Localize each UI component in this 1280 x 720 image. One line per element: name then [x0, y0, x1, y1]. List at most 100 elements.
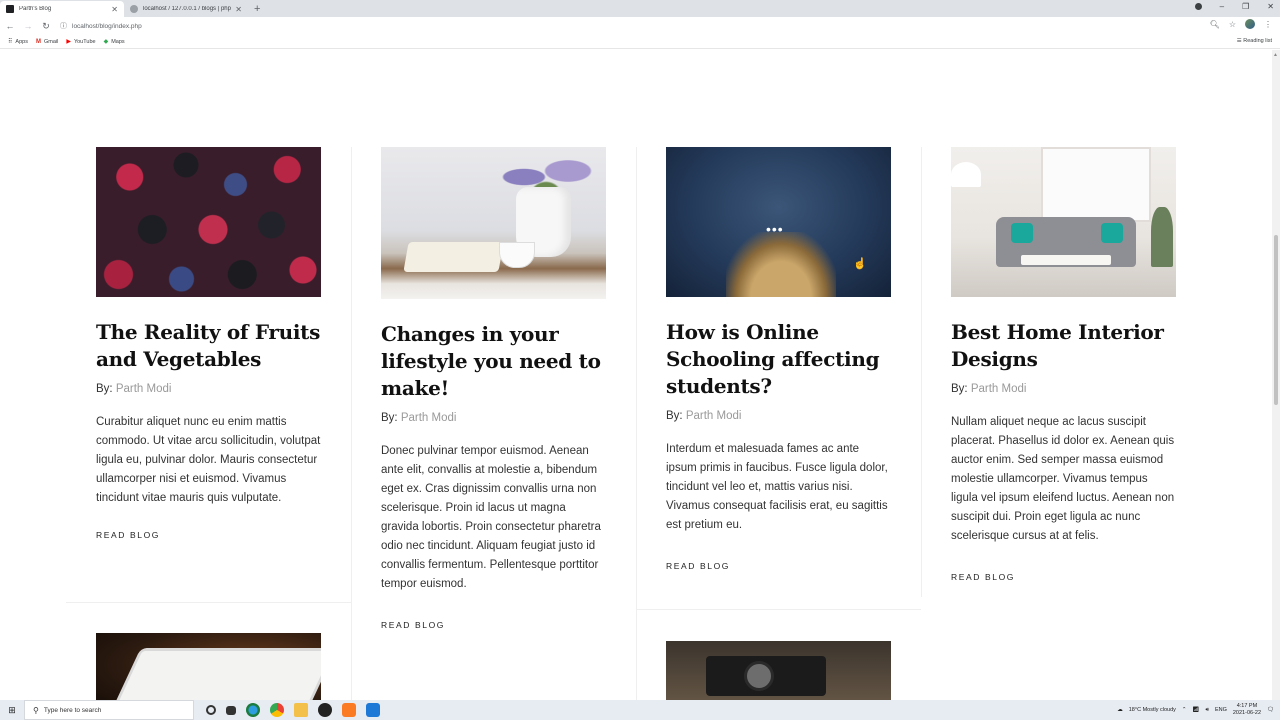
tab-title: localhost / 127.0.0.1 / blogs | php	[143, 6, 231, 12]
tab-close-icon[interactable]: ✕	[111, 5, 118, 14]
post-title[interactable]: The Reality of Fruits and Vegetables	[96, 319, 321, 373]
post-excerpt: Curabitur aliquet nunc eu enim mattis co…	[96, 416, 321, 504]
forward-arrow-icon[interactable]: →	[20, 21, 36, 31]
weather-text[interactable]: 18°C Mostly cloudy	[1129, 707, 1176, 713]
window-controls: – ❐ ✕	[1194, 2, 1274, 11]
browser-toolbar: ← → ↻ ⓘ localhost/blog/index.php 🔍︎ ☆ ⋮	[0, 17, 1280, 35]
open-book-shape	[403, 242, 504, 272]
author-name: Parth Modi	[970, 383, 1027, 395]
lamp-shape	[951, 162, 981, 187]
tray-chevron-icon[interactable]: ⌃	[1182, 707, 1187, 713]
task-view-icon[interactable]	[226, 705, 236, 715]
xampp-icon[interactable]	[342, 703, 356, 717]
bookmark-youtube[interactable]: ▶ YouTube	[66, 38, 96, 46]
clock[interactable]: 4:17 PM 2021-06-22	[1233, 703, 1261, 717]
post-author: By: Parth Modi	[381, 412, 606, 424]
edge-icon[interactable]	[246, 703, 260, 717]
bookmarks-bar: ⠿ Apps M Gmail ▶ YouTube ◆ Maps ☰ Readin…	[0, 35, 1280, 49]
zoom-icon[interactable]: 🔍︎	[1210, 20, 1220, 29]
taskbar-search-box[interactable]: ⚲ Type here to search	[24, 700, 194, 720]
bookmark-star-icon[interactable]: ☆	[1229, 20, 1236, 29]
tab-phpmyadmin[interactable]: localhost / 127.0.0.1 / blogs | php ✕	[124, 1, 248, 17]
bookmark-label: Maps	[111, 38, 125, 45]
wifi-icon[interactable]: 📶︎	[1193, 707, 1200, 713]
phpmyadmin-favicon-icon	[130, 5, 138, 13]
scroll-up-icon[interactable]: ▲	[1273, 52, 1278, 58]
blog-post-grid: The Reality of Fruits and Vegetables By:…	[66, 147, 1206, 700]
pillow-shape	[1101, 223, 1123, 243]
taskbar-apps	[206, 703, 380, 717]
clock-date: 2021-06-22	[1232, 710, 1262, 716]
url-text: localhost/blog/index.php	[72, 22, 142, 30]
reading-list-button[interactable]: ☰ Reading list	[1237, 38, 1272, 44]
author-name: Parth Modi	[400, 412, 457, 424]
bookmark-label: YouTube	[73, 38, 96, 45]
post-thumbnail[interactable]	[96, 633, 321, 700]
blog-post-card: The Reality of Fruits and Vegetables By:…	[96, 147, 321, 543]
read-blog-link[interactable]: READ BLOG	[666, 561, 730, 571]
camera-lens-shape	[744, 661, 774, 691]
search-icon: ⚲	[33, 705, 39, 715]
read-blog-link[interactable]: READ BLOG	[381, 620, 445, 630]
apps-grid-icon: ⠿	[8, 39, 13, 45]
gmail-icon: M	[35, 38, 41, 45]
profile-avatar[interactable]	[1245, 19, 1255, 29]
reload-icon[interactable]: ↻	[38, 21, 54, 32]
browser-tab-strip: Parth's Blog ✕ localhost / 127.0.0.1 / b…	[0, 0, 1280, 17]
maximize-icon[interactable]: ❐	[1242, 2, 1249, 11]
site-info-icon[interactable]: ⓘ	[60, 21, 67, 31]
vscode-icon[interactable]	[366, 703, 380, 717]
post-author: By: Parth Modi	[951, 383, 1176, 395]
back-arrow-icon[interactable]: ←	[2, 21, 18, 31]
coffee-table-shape	[1021, 255, 1111, 265]
post-thumbnail[interactable]	[666, 641, 891, 700]
read-blog-link[interactable]: READ BLOG	[951, 572, 1015, 582]
bookmark-apps[interactable]: ⠿ Apps	[8, 38, 28, 46]
post-title[interactable]: Changes in your lifestyle you need to ma…	[381, 321, 606, 402]
author-name: Parth Modi	[115, 383, 172, 395]
by-label: By:	[381, 412, 398, 424]
tab-close-icon[interactable]: ✕	[235, 5, 242, 14]
maps-icon: ◆	[103, 39, 109, 45]
address-bar[interactable]: ⓘ localhost/blog/index.php	[60, 19, 1220, 33]
post-excerpt: Donec pulvinar tempor euismod. Aenean an…	[381, 445, 601, 590]
tab-parths-blog[interactable]: Parth's Blog ✕	[0, 1, 124, 17]
post-title[interactable]: How is Online Schooling affecting studen…	[666, 319, 891, 400]
search-placeholder: Type here to search	[43, 706, 102, 714]
post-thumbnail[interactable]	[381, 147, 606, 299]
obs-icon[interactable]	[318, 703, 332, 717]
cortana-icon[interactable]	[206, 705, 216, 715]
row-divider	[66, 602, 351, 603]
post-thumbnail[interactable]	[951, 147, 1176, 297]
minimize-icon[interactable]: –	[1220, 2, 1224, 11]
bookmark-maps[interactable]: ◆ Maps	[103, 38, 125, 46]
post-author: By: Parth Modi	[666, 410, 891, 422]
bookmark-gmail[interactable]: M Gmail	[36, 39, 58, 45]
post-thumbnail[interactable]	[96, 147, 321, 297]
column-divider	[636, 147, 637, 700]
new-tab-icon[interactable]: +	[254, 1, 260, 17]
laptop-shape	[109, 651, 321, 700]
by-label: By:	[951, 383, 968, 395]
hand-cursor-icon: ☝	[853, 258, 867, 270]
bookmark-label: Apps	[15, 38, 28, 45]
page-viewport: The Reality of Fruits and Vegetables By:…	[0, 50, 1280, 700]
teacup-shape	[499, 242, 535, 268]
pillow-shape	[1011, 223, 1033, 243]
bookmark-label: Gmail	[43, 38, 59, 45]
window-close-icon[interactable]: ✕	[1267, 2, 1274, 11]
clock-time: 4:17 PM	[1236, 703, 1258, 709]
page-scrollbar[interactable]: ▲	[1272, 50, 1280, 700]
menu-kebab-icon[interactable]: ⋮	[1264, 20, 1272, 29]
windows-start-icon[interactable]: ⊞	[0, 705, 24, 716]
post-title[interactable]: Best Home Interior Designs	[951, 319, 1176, 373]
volume-icon[interactable]: 🔊︎	[1205, 707, 1208, 714]
post-thumbnail[interactable]: ••• ☝	[666, 147, 891, 297]
weather-icon: ☁	[1117, 707, 1123, 713]
scrollbar-thumb[interactable]	[1274, 235, 1278, 405]
chrome-icon[interactable]	[270, 703, 284, 717]
language-indicator[interactable]: ENG	[1215, 707, 1227, 713]
file-explorer-icon[interactable]	[294, 703, 308, 717]
read-blog-link[interactable]: READ BLOG	[96, 530, 160, 540]
notifications-icon[interactable]: 🗨	[1267, 707, 1274, 713]
